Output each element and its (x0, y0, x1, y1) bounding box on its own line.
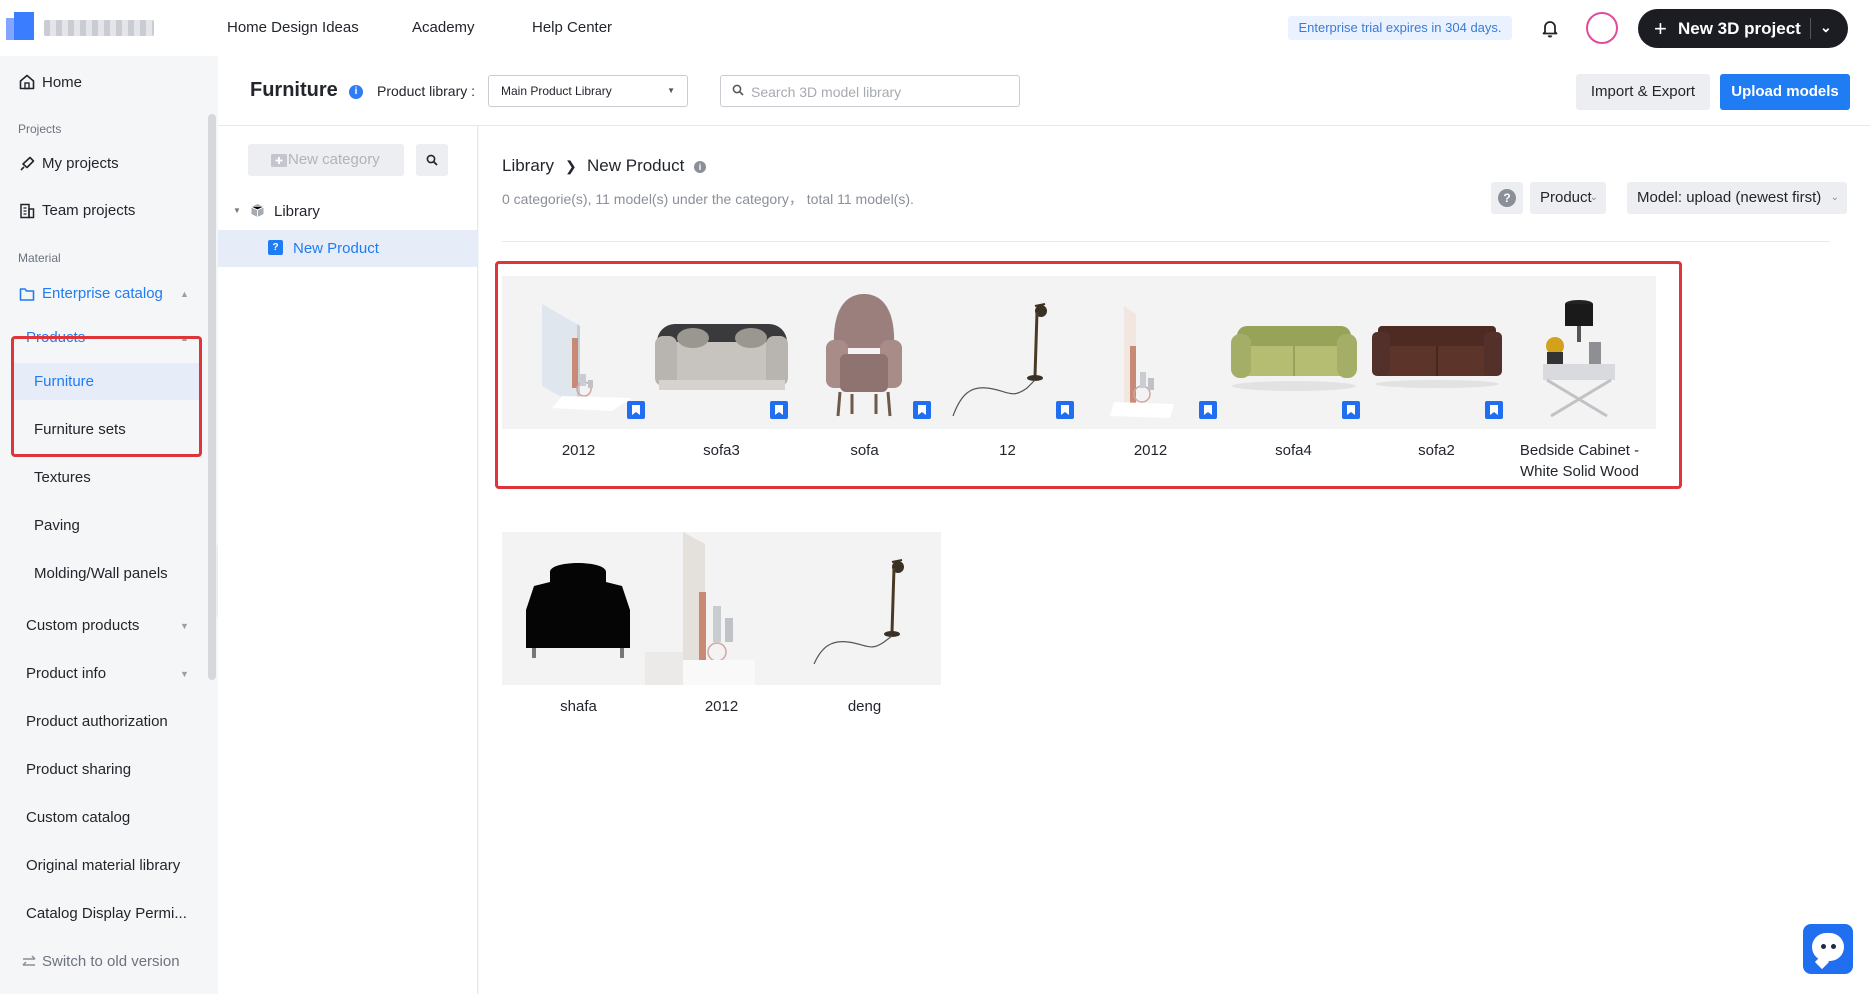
brand-name-blurred (44, 20, 154, 36)
caret-down-icon: ▼ (667, 86, 675, 95)
model-thumbnail (502, 532, 655, 685)
breadcrumb-library[interactable]: Library (502, 156, 554, 176)
top-bar: Home Design Ideas Academy Help Center En… (0, 0, 1870, 56)
nav-help-center[interactable]: Help Center (532, 19, 612, 36)
highlight-box-models (495, 261, 1682, 489)
button-separator (1810, 18, 1811, 39)
sidebar-item-my-projects[interactable]: My projects (42, 155, 119, 172)
product-library-label: Product library : (377, 83, 476, 99)
tree-node-label: New Product (293, 240, 379, 257)
sidebar-item-original-material-library[interactable]: Original material library (26, 857, 180, 874)
search-placeholder: Search 3D model library (751, 84, 902, 100)
model-thumbnail (645, 532, 798, 685)
tree-node-label: Library (274, 203, 320, 220)
switch-icon (20, 953, 38, 971)
sidebar-item-custom-catalog[interactable]: Custom catalog (26, 809, 130, 826)
caret-down-icon[interactable]: ▼ (180, 621, 189, 631)
category-tree-panel: New category ▼ Library ? New Product (218, 126, 478, 994)
building-icon (18, 202, 36, 220)
model-thumbnail (788, 532, 941, 685)
sidebar-item-paving[interactable]: Paving (34, 517, 80, 534)
new-category-button[interactable]: New category (248, 144, 404, 176)
tree-node-new-product[interactable]: ? New Product (218, 230, 477, 267)
switch-old-version-link[interactable]: Switch to old version (42, 953, 180, 970)
add-folder-icon (270, 144, 288, 188)
nav-home-design-ideas[interactable]: Home Design Ideas (227, 19, 359, 36)
model-search-input[interactable]: Search 3D model library (720, 75, 1020, 107)
sidebar-item-home[interactable]: Home (42, 74, 82, 91)
tree-node-library[interactable]: ▼ Library (218, 193, 477, 230)
content-header: Furniture i Product library : Main Produ… (218, 56, 1870, 126)
nav-academy[interactable]: Academy (412, 19, 475, 36)
chevron-down-icon: ⌄ (1589, 192, 1598, 203)
sidebar-item-product-sharing[interactable]: Product sharing (26, 761, 131, 778)
new-3d-project-button[interactable]: + New 3D project ⌄ (1638, 9, 1848, 48)
sidebar-section-projects: Projects (18, 122, 62, 136)
caret-down-icon[interactable]: ▼ (180, 669, 189, 679)
trial-banner[interactable]: Enterprise trial expires in 304 days. (1288, 16, 1512, 40)
upload-models-button[interactable]: Upload models (1720, 74, 1850, 110)
product-library-value: Main Product Library (501, 84, 612, 98)
sidebar-item-enterprise-catalog[interactable]: Enterprise catalog (42, 285, 163, 302)
breadcrumb-new-product: New Product (587, 156, 685, 175)
model-grid-panel: Library ❯ New Product i 0 categorie(s), … (479, 126, 1870, 994)
product-library-select[interactable]: Main Product Library ▼ (488, 75, 688, 107)
sidebar-item-product-authorization[interactable]: Product authorization (26, 713, 168, 730)
page-title: Furniture (250, 79, 338, 101)
bell-icon[interactable] (1538, 16, 1562, 40)
plus-icon: + (1654, 16, 1667, 41)
sidebar-scrollbar[interactable] (208, 114, 216, 680)
product-filter-dropdown[interactable]: Product ⌄ (1530, 182, 1606, 214)
divider (502, 241, 1830, 242)
product-filter-label: Product (1540, 189, 1592, 206)
import-export-button[interactable]: Import & Export (1576, 74, 1710, 110)
caret-up-icon[interactable]: ▲ (180, 289, 189, 299)
folder-icon (18, 285, 36, 303)
sort-dropdown[interactable]: Model: upload (newest first) ⌄ (1627, 182, 1847, 214)
tree-search-button[interactable] (416, 144, 448, 176)
model-count-summary: 0 categorie(s), 11 model(s) under the ca… (502, 191, 914, 207)
chevron-down-icon[interactable]: ⌄ (1820, 19, 1832, 36)
model-name: shafa (560, 698, 597, 715)
new-3d-project-label: New 3D project (1678, 19, 1801, 38)
sidebar-item-molding[interactable]: Molding/Wall panels (34, 565, 168, 582)
user-avatar[interactable] (1586, 12, 1618, 44)
projects-icon (18, 155, 36, 173)
category-folder-icon: ? (268, 240, 283, 255)
highlight-box-sidebar (11, 336, 202, 457)
chevron-down-icon: ⌄ (1830, 192, 1839, 203)
sidebar-item-custom-products[interactable]: Custom products (26, 617, 139, 634)
chat-support-button[interactable] (1803, 924, 1853, 974)
brand-logo[interactable] (6, 12, 34, 44)
model-name: deng (847, 698, 882, 715)
help-button[interactable]: ? (1491, 182, 1523, 214)
model-name: 2012 (704, 698, 739, 715)
sidebar-item-product-info[interactable]: Product info (26, 665, 106, 682)
info-icon[interactable]: i (694, 161, 706, 173)
sidebar-item-catalog-display[interactable]: Catalog Display Permi... (26, 905, 187, 922)
chevron-right-icon: ❯ (565, 158, 577, 174)
chat-icon (1812, 933, 1844, 961)
sidebar-item-textures[interactable]: Textures (34, 469, 91, 486)
sidebar: Home Projects My projects Team projects … (0, 56, 218, 994)
home-icon (18, 73, 36, 91)
cube-icon (250, 203, 265, 223)
info-icon[interactable]: i (349, 85, 363, 99)
sidebar-item-team-projects[interactable]: Team projects (42, 202, 135, 219)
sort-label: Model: upload (newest first) (1637, 189, 1822, 206)
caret-down-icon[interactable]: ▼ (233, 206, 241, 215)
sidebar-section-material: Material (18, 251, 61, 265)
new-category-label: New category (288, 151, 380, 168)
question-icon: ? (1498, 189, 1516, 207)
search-icon (732, 84, 744, 99)
